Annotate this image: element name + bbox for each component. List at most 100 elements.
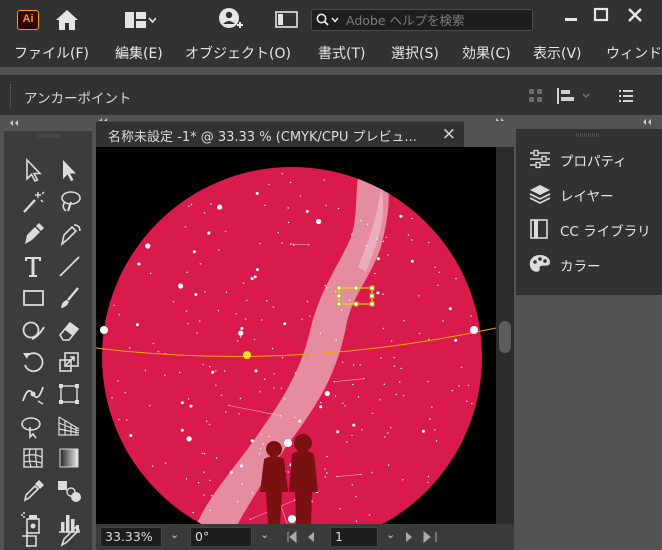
properties-panel-item[interactable]: プロパティ [528,147,658,171]
star [402,479,404,481]
panel-toggle-icon[interactable] [275,11,299,33]
artboard-tool-icon[interactable] [18,517,48,547]
help-search-input[interactable] [346,11,530,29]
workspace-layout-icon[interactable] [124,10,157,34]
star [210,203,212,205]
star [124,391,126,394]
star [283,398,286,400]
artboard-number-field[interactable]: 1 [330,527,378,547]
star [368,514,371,516]
eraser-tool-icon[interactable] [54,315,84,345]
menu-window[interactable]: ウィンド [606,43,662,63]
next-last-artboard-icon[interactable] [402,531,442,543]
vertical-scroll-thumb[interactable] [499,321,511,353]
minimize-button[interactable] [558,4,584,28]
star [201,452,204,454]
star [164,462,167,464]
layers-panel-item[interactable]: レイヤー [528,182,658,206]
paintbrush-tool-icon[interactable] [54,283,84,313]
star [403,319,405,322]
star [197,482,200,484]
align-options-icon[interactable] [555,86,597,110]
star [326,472,328,474]
star [298,419,302,423]
panel-menu-icon[interactable] [616,86,636,110]
type-tool-icon[interactable] [18,251,48,281]
star [281,242,283,244]
star [255,191,259,195]
menu-file[interactable]: ファイル(F) [14,43,89,63]
star [111,397,113,399]
scale-tool-icon[interactable] [54,347,84,377]
vertical-scrollbar[interactable] [496,147,514,524]
selection-tool-icon[interactable] [18,155,48,185]
zoom-dropdown-icon[interactable]: ⌄ [170,528,179,541]
close-document-icon[interactable]: × [442,124,456,144]
star [299,195,302,197]
shaper-tool-icon[interactable] [18,315,48,345]
lasso-tool-icon[interactable] [54,187,84,217]
menu-view[interactable]: 表示(V) [533,43,582,63]
color-panel-item[interactable]: カラー [528,252,658,276]
control-bar-grip[interactable] [10,84,11,108]
blend-tool-icon[interactable] [54,475,84,505]
star [117,380,119,382]
star [346,441,348,443]
free-transform-tool-icon[interactable] [54,379,84,409]
star [164,374,166,376]
first-prev-artboard-icon[interactable] [286,531,326,543]
width-tool-icon[interactable] [18,379,48,409]
help-search-box[interactable] [311,9,533,31]
pen-tool-icon[interactable] [18,219,48,249]
artboard-dropdown-icon[interactable]: ⌄ [386,528,395,541]
star [205,420,208,422]
toolbox-grip[interactable] [38,134,62,138]
rotation-field[interactable]: 0° [190,527,252,547]
star [144,369,147,371]
artboard-canvas[interactable] [96,147,496,524]
eyedropper-tool-icon[interactable] [18,475,48,505]
star [335,339,337,341]
cc-libraries-panel-item[interactable]: CC ライブラリ [528,217,658,241]
collapse-toolbox-icon[interactable] [8,119,28,127]
add-user-icon[interactable] [218,7,244,37]
curvature-tool-icon[interactable] [54,219,84,249]
star [135,323,139,327]
rotate-tool-icon[interactable] [18,347,48,377]
direct-selection-tool-icon[interactable] [54,155,84,185]
star [215,370,217,372]
gradient-tool-icon[interactable] [54,443,84,473]
star [382,293,384,295]
zoom-field[interactable]: 33.33% [100,527,162,547]
rotation-dropdown-icon[interactable]: ⌄ [260,528,269,541]
slice-tool-icon[interactable] [54,517,84,547]
star [199,320,201,322]
menu-effect[interactable]: 効果(C) [462,43,511,63]
menu-type[interactable]: 書式(T) [318,43,365,63]
star [434,429,436,431]
mesh-tool-icon[interactable] [18,443,48,473]
home-icon[interactable] [54,8,80,36]
document-tab[interactable]: 名称未設定 -1* @ 33.33 % (CMYK/CPU プレビュ... × [96,121,464,147]
maximize-button[interactable] [588,4,614,28]
menu-edit[interactable]: 編集(E) [115,43,163,63]
shape-builder-tool-icon[interactable] [18,411,48,441]
star [382,327,385,330]
rectangle-tool-icon[interactable] [18,283,48,313]
layers-label: レイヤー [560,189,614,205]
star [266,300,268,302]
star [309,315,311,317]
menu-select[interactable]: 選択(S) [391,43,439,63]
star [268,183,270,186]
star [273,387,275,389]
menu-object[interactable]: オブジェクト(O) [185,43,291,63]
close-window-button[interactable] [622,4,648,28]
line-segment-tool-icon[interactable] [54,251,84,281]
star [185,310,188,312]
star [374,272,376,275]
magic-wand-tool-icon[interactable] [18,187,48,217]
expand-dock-icon[interactable] [642,118,656,126]
align-grid-icon[interactable] [526,86,546,110]
perspective-grid-tool-icon[interactable] [54,411,84,441]
star [145,243,151,249]
